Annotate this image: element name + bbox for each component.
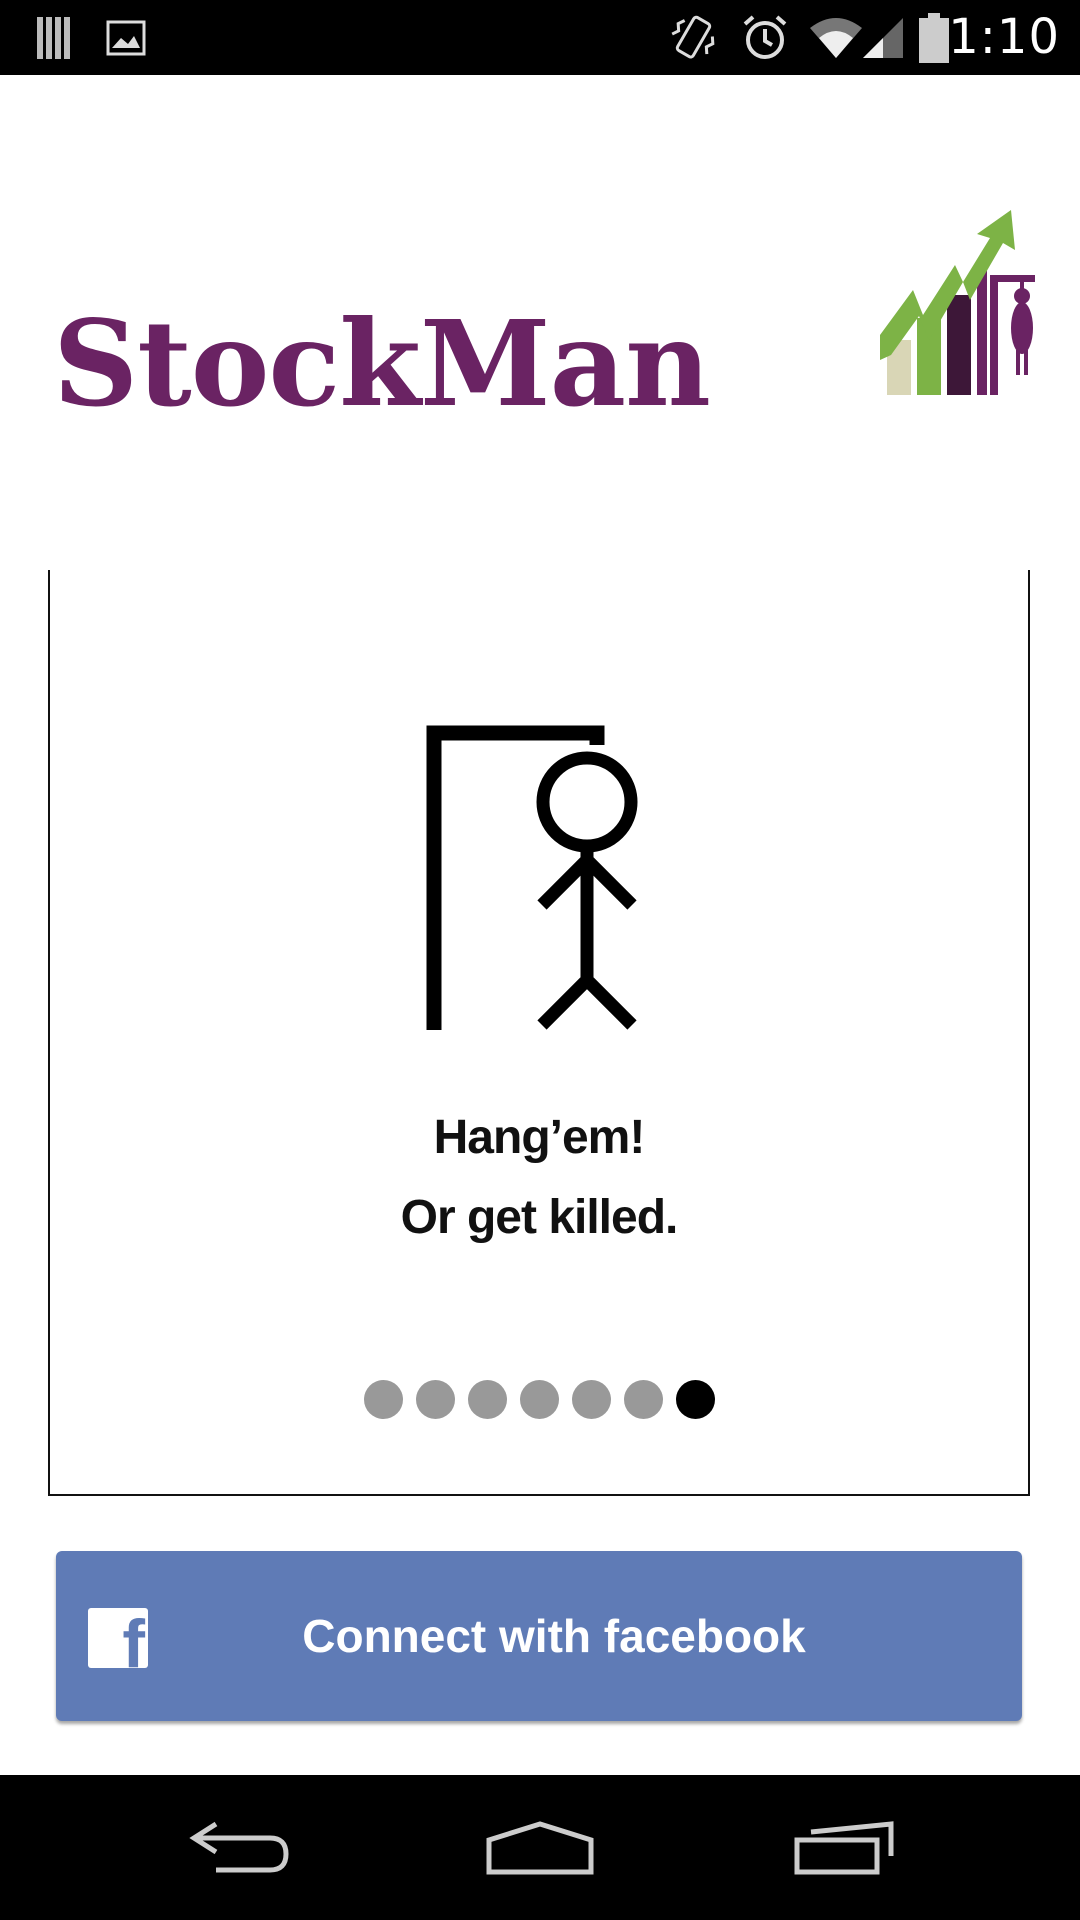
page-dot[interactable] (623, 1380, 663, 1419)
home-icon (486, 1820, 594, 1874)
recents-button[interactable] (765, 1775, 925, 1920)
page-dot[interactable] (571, 1380, 611, 1419)
status-bar: 1:10 (0, 0, 1080, 75)
back-button[interactable] (160, 1775, 320, 1920)
logo-text: StockMan (53, 294, 711, 433)
page-dot[interactable] (519, 1380, 559, 1419)
alarm-icon (740, 0, 790, 75)
hangman-icon (426, 725, 638, 1030)
home-button[interactable] (460, 1775, 620, 1920)
logo-chart-graphic (880, 210, 1035, 395)
connect-facebook-label: Connect with facebook (302, 1610, 806, 1662)
wifi-icon (808, 0, 864, 75)
back-icon (189, 1821, 289, 1872)
page-dot[interactable] (415, 1380, 455, 1419)
onboarding-card[interactable]: Hang’em! Or get killed. (48, 570, 1030, 1496)
page-dot[interactable] (363, 1380, 403, 1419)
barcode-notification-icon (34, 0, 74, 75)
page-indicator (50, 1380, 1028, 1419)
tagline-line-1: Hang’em! (433, 1111, 646, 1164)
vibrate-icon (668, 0, 718, 75)
app-logo: StockMan (45, 210, 1035, 430)
page-dot-active[interactable] (675, 1380, 715, 1419)
tagline-line-2: Or get killed. (400, 1191, 679, 1244)
screen: 1:10 StockMan Hang’em! Or get killed. f … (0, 0, 1080, 1920)
connect-facebook-button[interactable]: f Connect with facebook (56, 1551, 1022, 1721)
status-time: 1:10 (948, 9, 1060, 65)
recents-icon (794, 1820, 894, 1874)
cell-signal-icon (860, 0, 906, 75)
image-notification-icon (104, 0, 148, 75)
navigation-bar (0, 1775, 1080, 1920)
page-dot[interactable] (467, 1380, 507, 1419)
